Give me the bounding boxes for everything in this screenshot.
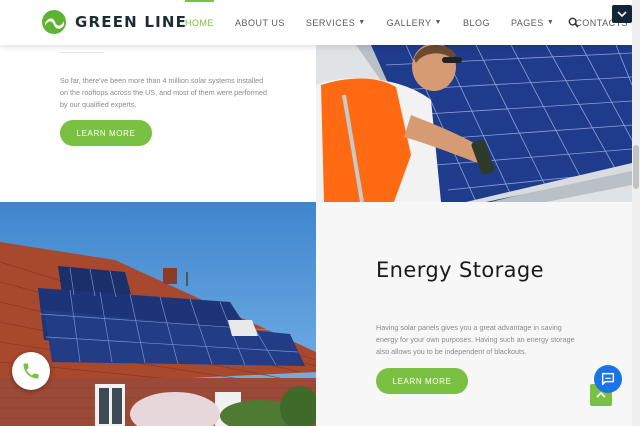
nav-pages-label: PAGES xyxy=(510,17,544,28)
call-button[interactable] xyxy=(12,352,50,390)
section-two-text: Having solar panels gives you a great ad… xyxy=(376,323,575,356)
nav-about-us-label: ABOUT US xyxy=(235,17,285,28)
nav-blog[interactable]: BLOG xyxy=(463,0,490,45)
panel-toggle-button[interactable] xyxy=(612,5,632,23)
site-header: GREEN LINE HOME ABOUT US SERVICES ▼ GALLE… xyxy=(0,0,632,45)
nav-services[interactable]: SERVICES ▼ xyxy=(306,0,366,45)
learn-more-button[interactable]: LEARN MORE xyxy=(376,368,468,394)
nav-services-label: SERVICES xyxy=(305,17,356,28)
learn-more-button[interactable]: LEARN MORE xyxy=(60,120,152,146)
nav-home-label: HOME xyxy=(185,17,214,28)
nav-blog-label: BLOG xyxy=(462,17,490,28)
logo[interactable]: GREEN LINE xyxy=(42,10,187,34)
nav-gallery-label: GALLERY xyxy=(386,17,432,28)
section-one-text-panel xyxy=(0,45,316,202)
section-one-text: So far, there've been more than 4 millio… xyxy=(60,76,267,109)
nav-home[interactable]: HOME xyxy=(185,0,214,45)
section-two-text-panel xyxy=(316,202,632,426)
scrollbar-thumb[interactable] xyxy=(633,145,639,189)
nav-gallery[interactable]: GALLERY ▼ xyxy=(387,0,442,45)
section-two-title: Energy Storage xyxy=(376,258,544,282)
scrollbar[interactable] xyxy=(632,0,640,426)
chevron-down-icon: ▼ xyxy=(358,19,366,26)
brand-name: GREEN LINE xyxy=(75,13,188,31)
house-solar-roof-image xyxy=(0,202,316,426)
nav-about-us[interactable]: ABOUT US xyxy=(235,0,285,45)
chevron-down-icon: ▼ xyxy=(434,19,442,26)
green-line-logo-icon xyxy=(42,10,66,34)
chevron-down-icon xyxy=(617,10,627,17)
chat-button[interactable] xyxy=(594,365,622,393)
solar-installer-image xyxy=(316,45,632,202)
chat-icon xyxy=(601,372,615,386)
phone-icon xyxy=(23,363,39,379)
chevron-down-icon: ▼ xyxy=(546,19,555,26)
nav-pages[interactable]: PAGES ▼ xyxy=(511,0,554,45)
search-icon[interactable] xyxy=(568,17,579,28)
divider xyxy=(60,52,104,53)
